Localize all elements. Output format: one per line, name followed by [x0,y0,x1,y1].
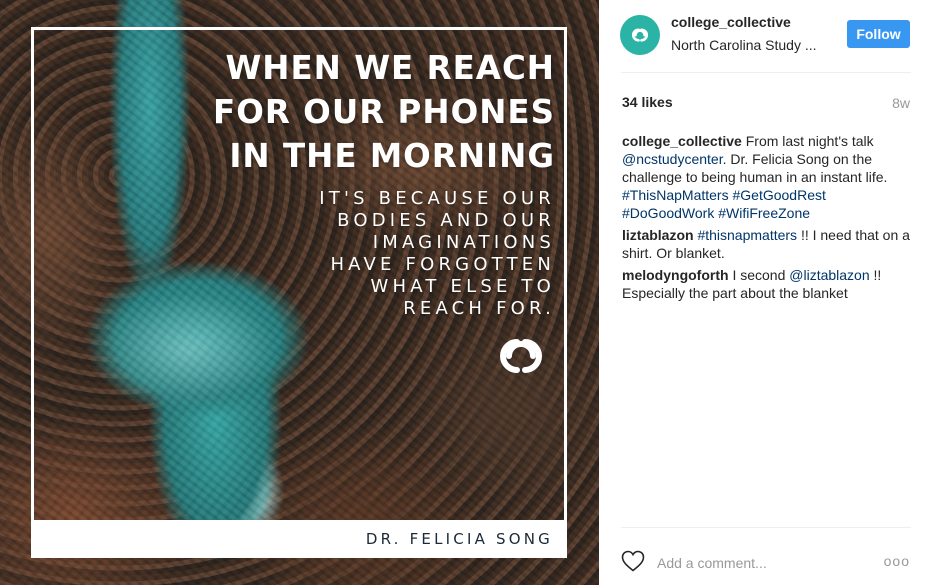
divider [621,72,911,73]
headline-line: WHEN WE REACH [225,49,555,87]
comment-username[interactable]: liztablazon [622,227,694,243]
avatar[interactable] [620,15,660,55]
quote-author: DR. FELICIA SONG [365,530,553,548]
mention-link[interactable]: @ncstudycenter [622,151,723,167]
subtext-line: REACH FOR. [403,298,555,319]
follow-button[interactable]: Follow [847,20,910,48]
hashtag-link[interactable]: #thisnapmatters [697,227,797,243]
comment-username[interactable]: college_collective [622,133,742,149]
add-comment-input[interactable]: Add a comment... [657,555,767,571]
headline-line: FOR OUR PHONES [213,93,555,131]
likes-count[interactable]: 34 likes [622,94,673,110]
post-username[interactable]: college_collective [671,14,791,30]
quote-subtext: IT'S BECAUSE OUR BODIES AND OUR IMAGINAT… [213,188,555,320]
post-time[interactable]: 8w [892,95,910,111]
link-rings-icon [489,334,553,383]
comment-username[interactable]: melodyngoforth [622,267,729,283]
comment-text: I second [732,267,790,283]
subtext-line: HAVE FORGOTTEN [330,254,555,275]
author-caption-bar: DR. FELICIA SONG [31,520,567,558]
post-location[interactable]: North Carolina Study ... [671,37,831,53]
divider [621,527,911,528]
headline-line: IN THE MORNING [229,137,555,175]
heart-icon[interactable] [621,550,645,577]
subtext-line: WHAT ELSE TO [370,276,555,297]
hashtag-link[interactable]: #DoGoodWork [622,205,714,221]
post-details-panel: college_collective North Carolina Study … [599,0,927,585]
more-options-button[interactable]: ooo [884,553,910,569]
comment-item: liztablazon #thisnapmatters !! I need th… [622,226,912,262]
subtext-line: IMAGINATIONS [372,232,555,253]
quote-headline: WHEN WE REACH FOR OUR PHONES IN THE MORN… [213,46,555,178]
subtext-line: IT'S BECAUSE OUR [319,188,555,209]
hashtag-link[interactable]: #ThisNapMatters [622,187,729,203]
quote-text: WHEN WE REACH FOR OUR PHONES IN THE MORN… [213,46,555,320]
comment-text: From last night's talk [745,133,874,149]
hashtag-link[interactable]: #GetGoodRest [732,187,825,203]
mention-link[interactable]: @liztablazon [789,267,869,283]
post-image[interactable]: WHEN WE REACH FOR OUR PHONES IN THE MORN… [0,0,599,585]
comment-item: melodyngoforth I second @liztablazon !! … [622,266,912,302]
comments-list: college_collective From last night's tal… [622,132,912,306]
link-rings-icon [632,28,648,42]
comment-item: college_collective From last night's tal… [622,132,912,222]
subtext-line: BODIES AND OUR [337,210,555,231]
hashtag-link[interactable]: #WifiFreeZone [718,205,810,221]
